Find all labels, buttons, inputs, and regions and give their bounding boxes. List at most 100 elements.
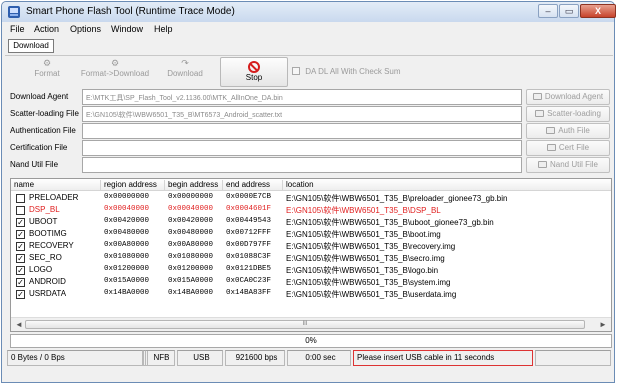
cell-begin: 0x00420000: [168, 217, 214, 225]
row-checkbox[interactable]: ✓: [16, 266, 25, 275]
format-label: Format: [34, 69, 60, 78]
status-bar: 0 Bytes / 0 Bps NFB USB 921600 bps 0:00 …: [5, 350, 612, 368]
table-row[interactable]: PRELOADER 0x00000000 0x00000000 0x0000E7…: [11, 192, 611, 204]
auth-file-field[interactable]: [82, 123, 522, 139]
cell-begin: 0x015A0000: [168, 277, 214, 285]
cell-end: 0x00D797FF: [226, 241, 272, 249]
download-agent-button-label: Download Agent: [544, 92, 604, 101]
scatter-file-label: Scatter-loading File: [10, 109, 79, 118]
cell-region: 0x14BA0000: [104, 289, 150, 297]
auth-file-button[interactable]: Auth File: [526, 123, 610, 139]
maximize-button[interactable]: ▭: [559, 4, 579, 18]
table-row[interactable]: ✓ SEC_RO 0x01080000 0x01080000 0x01088C3…: [11, 252, 611, 264]
cert-file-button[interactable]: Cert File: [526, 140, 610, 156]
window-title: Smart Phone Flash Tool (Runtime Trace Mo…: [26, 6, 235, 17]
scroll-left-icon[interactable]: ◄: [15, 320, 23, 329]
close-button[interactable]: X: [580, 4, 616, 18]
nand-util-field[interactable]: [82, 157, 522, 173]
cell-end: 0x00449543: [226, 217, 272, 225]
cell-location: E:\GN105\软件\WBW6501_T35_B\recovery.img: [286, 242, 456, 251]
row-checkbox[interactable]: ✓: [16, 290, 25, 299]
folder-icon: [546, 144, 556, 151]
cell-region: 0x00480000: [104, 229, 150, 237]
auth-file-label: Authentication File: [10, 126, 76, 135]
format-button[interactable]: ⚙ Format: [19, 58, 75, 86]
row-checkbox[interactable]: [16, 194, 25, 203]
row-checkbox[interactable]: ✓: [16, 242, 25, 251]
column-location[interactable]: location: [283, 180, 611, 191]
cell-location: E:\GN105\软件\WBW6501_T35_B\userdata.img: [286, 290, 457, 299]
download-agent-row: Download Agent E:\MTK工具\SP_Flash_Tool_v2…: [10, 89, 610, 106]
nand-util-row: Nand Util File Nand Util File: [10, 157, 610, 174]
scatter-file-field[interactable]: E:\GN105\软件\WBW6501_T35_B\MT6573_Android…: [82, 106, 522, 122]
table-row[interactable]: ✓ LOGO 0x01200000 0x01200000 0x0121DBE5 …: [11, 264, 611, 276]
stop-button[interactable]: Stop: [220, 57, 288, 87]
cell-region: 0x01080000: [104, 253, 150, 261]
download-label: Download: [167, 69, 203, 78]
download-icon: ↷: [181, 58, 189, 68]
folder-icon: [535, 110, 545, 117]
scroll-thumb[interactable]: III: [25, 320, 585, 329]
row-checkbox[interactable]: [16, 206, 25, 215]
horizontal-scrollbar[interactable]: ◄ III ►: [11, 317, 611, 331]
row-checkbox[interactable]: ✓: [16, 218, 25, 227]
column-end-address[interactable]: end address: [223, 180, 283, 191]
table-row[interactable]: ✓ ANDROID 0x015A0000 0x015A0000 0x0CA0C2…: [11, 276, 611, 288]
cell-region: 0x00000000: [104, 193, 150, 201]
nand-util-label: Nand Util File: [10, 160, 59, 169]
download-agent-field[interactable]: E:\MTK工具\SP_Flash_Tool_v2.1136.00\MTK_Al…: [82, 89, 522, 105]
menu-options[interactable]: Options: [70, 24, 101, 34]
scroll-right-icon[interactable]: ►: [599, 320, 607, 329]
title-bar: Smart Phone Flash Tool (Runtime Trace Mo…: [2, 2, 616, 22]
cell-region: 0x00A80000: [104, 241, 150, 249]
table-row[interactable]: ✓ USRDATA 0x14BA0000 0x14BA0000 0x14BA83…: [11, 288, 611, 300]
menu-action[interactable]: Action: [34, 24, 59, 34]
stop-icon: [248, 61, 260, 73]
format-download-icon: ⚙: [110, 58, 120, 68]
table-header: name region address begin address end ad…: [11, 179, 611, 191]
column-begin-address[interactable]: begin address: [165, 180, 223, 191]
nand-util-button[interactable]: Nand Util File: [526, 157, 610, 173]
status-baud-rate: 921600 bps: [225, 350, 285, 366]
table-row[interactable]: DSP_BL 0x00040000 0x00040000 0x0004601F …: [11, 204, 611, 216]
menu-help[interactable]: Help: [154, 24, 173, 34]
table-row[interactable]: ✓ BOOTIMG 0x00480000 0x00480000 0x00712F…: [11, 228, 611, 240]
scatter-loading-button[interactable]: Scatter-loading: [526, 106, 610, 122]
cert-file-label: Certification File: [10, 143, 68, 152]
da-checksum-option[interactable]: DA DL All With Check Sum: [292, 67, 401, 76]
cell-name: UBOOT: [29, 217, 58, 226]
format-download-button[interactable]: ⚙ Format->Download: [77, 58, 153, 86]
status-extra: [535, 350, 611, 366]
cell-name: BOOTIMG: [29, 229, 67, 238]
format-icon: ⚙: [42, 58, 52, 68]
partition-table[interactable]: name region address begin address end ad…: [10, 178, 612, 332]
da-checksum-checkbox[interactable]: [292, 67, 300, 75]
row-checkbox[interactable]: ✓: [16, 278, 25, 287]
download-agent-button[interactable]: Download Agent: [526, 89, 610, 105]
table-row[interactable]: ✓ RECOVERY 0x00A80000 0x00A80000 0x00D79…: [11, 240, 611, 252]
progress-bar: 0%: [10, 334, 612, 348]
column-name[interactable]: name: [11, 180, 101, 191]
cell-end: 0x0CA0C23F: [226, 277, 272, 285]
scatter-loading-button-label: Scatter-loading: [547, 109, 601, 118]
cell-name: LOGO: [29, 265, 53, 274]
menu-window[interactable]: Window: [111, 24, 143, 34]
cell-name: PRELOADER: [29, 193, 79, 202]
row-checkbox[interactable]: ✓: [16, 254, 25, 263]
download-button[interactable]: ↷ Download: [157, 58, 213, 86]
status-port: USB: [177, 350, 223, 366]
cell-begin: 0x01080000: [168, 253, 214, 261]
row-checkbox[interactable]: ✓: [16, 230, 25, 239]
nand-util-button-label: Nand Util File: [549, 160, 598, 169]
app-icon: [8, 6, 20, 18]
cell-end: 0x0121DBE5: [226, 265, 272, 273]
menu-bar: File Action Options Window Help: [4, 23, 614, 37]
tab-download[interactable]: Download: [8, 39, 54, 53]
auth-file-row: Authentication File Auth File: [10, 123, 610, 140]
column-region-address[interactable]: region address: [101, 180, 165, 191]
minimize-button[interactable]: –: [538, 4, 558, 18]
cell-name: ANDROID: [29, 277, 66, 286]
table-row[interactable]: ✓ UBOOT 0x00420000 0x00420000 0x00449543…: [11, 216, 611, 228]
menu-file[interactable]: File: [10, 24, 25, 34]
cert-file-field[interactable]: [82, 140, 522, 156]
